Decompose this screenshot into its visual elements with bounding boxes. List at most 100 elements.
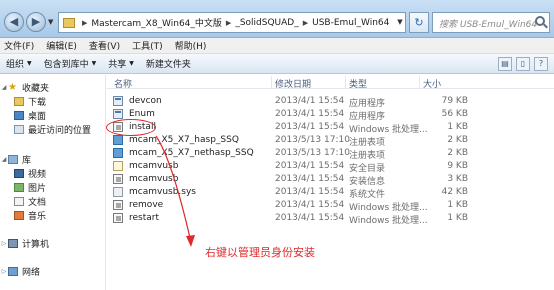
address-dropdown-icon[interactable]: ▼ [394,12,406,33]
include-in-library-button[interactable]: 包含到库中 ▼ [44,57,97,70]
view-options-icon[interactable]: ▤ [498,57,512,71]
recent-places-icon [14,124,24,134]
menu-edit[interactable]: 编辑(E) [46,39,77,52]
command-bar: 组织 ▼ 包含到库中 ▼ 共享 ▼ 新建文件夹 ▤ ▯ ? [0,54,554,74]
search-placeholder: 搜索 USB-Emul_Win64 [439,20,538,30]
file-date: 2013/4/1 15:54 [275,109,345,119]
expanded-arrow-icon[interactable]: ◢ [0,156,8,163]
column-divider[interactable] [345,76,346,88]
column-divider[interactable] [419,76,420,88]
expanded-arrow-icon[interactable]: ◢ [0,84,8,91]
search-input[interactable]: 搜索 USB-Emul_Win64 [432,12,550,33]
file-name: devcon [129,96,162,106]
nav-desktop[interactable]: 桌面 [14,109,46,122]
column-header-date[interactable]: 修改日期 [275,77,311,90]
file-name: restart [129,213,160,223]
nav-label: 最近访问的位置 [28,125,92,136]
exe-icon [113,96,123,106]
file-name: mcamvusb.sys [129,187,196,197]
file-row[interactable]: devcon 2013/4/1 15:54 应用程序 79 KB [107,95,554,109]
address-bar-region: ◀ ▶ ▼ ▶ Mastercam_X8_Win64_中文版 ▶ _SolidS… [0,0,554,38]
file-row[interactable]: restart 2013/4/1 15:54 Windows 批处理... 1 … [107,212,554,226]
menu-help[interactable]: 帮助(H) [175,39,207,52]
nav-computer[interactable]: ▷ 计算机 [0,237,50,250]
file-row[interactable]: remove 2013/4/1 15:54 Windows 批处理... 1 K… [107,199,554,213]
nav-label: 文档 [28,197,47,208]
nav-network[interactable]: ▷ 网络 [0,265,41,278]
exe-icon [113,109,123,119]
documents-icon [14,196,24,206]
file-date: 2013/5/13 17:10 [275,135,350,145]
file-size: 42 KB [441,187,468,197]
file-row[interactable]: mcamvusb 2013/4/1 15:54 安全目录 9 KB [107,160,554,174]
file-date: 2013/4/1 15:54 [275,96,345,106]
batch-icon [113,200,123,210]
forward-button[interactable]: ▶ [26,12,46,32]
file-size: 1 KB [447,122,468,132]
nav-favorites[interactable]: ◢ ★ 收藏夹 [0,81,50,94]
nav-recent-places[interactable]: 最近访问的位置 [14,123,92,136]
file-row[interactable]: mcam_X5_X7_hasp_SSQ 2013/5/13 17:10 注册表项… [107,134,554,148]
system-file-icon [113,187,123,197]
star-icon: ★ [8,81,17,93]
chevron-down-icon: ▼ [91,60,97,67]
file-name: mcamvusb [129,174,179,184]
file-size: 2 KB [447,135,468,145]
refresh-icon: ↻ [414,16,424,29]
file-size: 79 KB [441,96,468,106]
file-date: 2013/4/1 15:54 [275,187,345,197]
nav-documents[interactable]: 文档 [14,195,47,208]
organize-button[interactable]: 组织 ▼ [6,57,32,70]
file-size: 56 KB [441,109,468,119]
batch-icon [113,213,123,223]
breadcrumb-separator-icon[interactable]: ▶ [226,19,231,27]
column-divider[interactable] [271,76,272,88]
file-row[interactable]: mcamvusb.sys 2013/4/1 15:54 系统文件 42 KB [107,186,554,200]
refresh-button[interactable]: ↻ [409,12,429,33]
file-date: 2013/4/1 15:54 [275,200,345,210]
breadcrumb-separator-icon[interactable]: ▶ [303,19,308,27]
menu-file[interactable]: 文件(F) [4,39,34,52]
file-date: 2013/4/1 15:54 [275,174,345,184]
navigation-pane: ◢ ★ 收藏夹 下载 桌面 最近访问的位置 ◢ 库 视频 图片 文档 音乐 ▷ … [0,75,106,290]
nav-label: 图片 [28,183,47,194]
file-row[interactable]: Enum 2013/4/1 15:54 应用程序 56 KB [107,108,554,122]
libraries-icon [8,154,18,164]
back-arrow-icon: ◀ [9,15,19,28]
column-header-size[interactable]: 大小 [423,77,441,90]
share-button[interactable]: 共享 ▼ [108,57,134,70]
help-icon[interactable]: ? [534,57,548,71]
collapsed-arrow-icon[interactable]: ▷ [0,268,8,275]
folder-icon [63,17,75,28]
file-size: 1 KB [447,200,468,210]
preview-pane-icon[interactable]: ▯ [516,57,530,71]
breadcrumb-item[interactable]: USB-Emul_Win64 [312,18,389,28]
collapsed-arrow-icon[interactable]: ▷ [0,240,8,247]
address-bar[interactable]: ▶ Mastercam_X8_Win64_中文版 ▶ _SolidSQUAD_ … [58,12,406,33]
menu-tools[interactable]: 工具(T) [132,39,163,52]
file-row[interactable]: mcamvusb 2013/4/1 15:54 安装信息 3 KB [107,173,554,187]
nav-label: 视频 [28,169,47,180]
back-button[interactable]: ◀ [4,12,24,32]
column-header-type[interactable]: 类型 [349,77,367,90]
chevron-down-icon: ▼ [129,60,134,67]
nav-label: 网络 [22,267,41,278]
recent-pages-dropdown[interactable]: ▼ [48,18,53,26]
nav-libraries[interactable]: ◢ 库 [0,153,31,166]
nav-music[interactable]: 音乐 [14,209,46,222]
nav-label: 收藏夹 [22,83,50,94]
file-row[interactable]: install 2013/4/1 15:54 Windows 批处理... 1 … [107,121,554,135]
breadcrumb-separator-icon[interactable]: ▶ [82,19,87,27]
breadcrumb-item[interactable]: _SolidSQUAD_ [235,18,298,28]
include-in-library-label: 包含到库中 [43,60,89,70]
breadcrumb-item[interactable]: Mastercam_X8_Win64_中文版 [91,16,222,29]
column-header-name[interactable]: 名称 [114,77,132,90]
nav-videos[interactable]: 视频 [14,167,47,180]
new-folder-button[interactable]: 新建文件夹 [146,57,191,70]
nav-pictures[interactable]: 图片 [14,181,47,194]
nav-label: 计算机 [22,239,50,250]
file-row[interactable]: mcam_X5_X7_nethasp_SSQ 2013/5/13 17:10 注… [107,147,554,161]
nav-downloads[interactable]: 下载 [14,95,46,108]
menu-view[interactable]: 查看(V) [89,39,120,52]
file-name: mcamvusb [129,161,179,171]
